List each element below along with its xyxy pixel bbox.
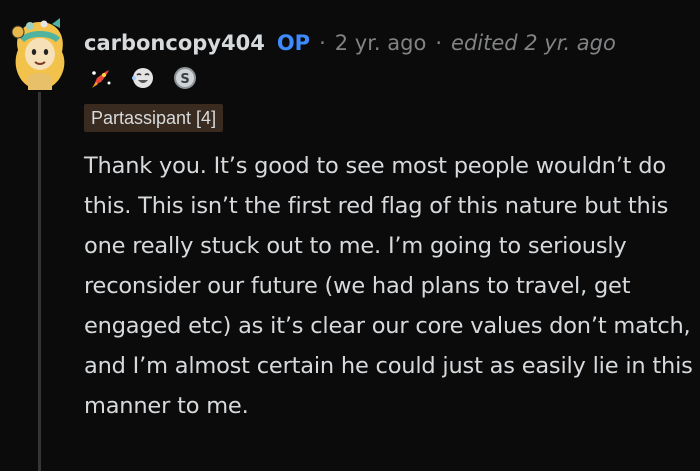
meta-separator: ·	[435, 31, 443, 55]
username-link[interactable]: carboncopy404	[84, 31, 265, 55]
user-avatar-icon[interactable]	[8, 14, 72, 90]
comment-body: Thank you. It’s good to see most people …	[84, 153, 693, 419]
meta-separator: ·	[319, 31, 326, 55]
comment: carboncopy404 OP · 2 yr. ago · edited 2 …	[0, 0, 700, 471]
silver-award-icon[interactable]: S	[172, 65, 198, 91]
laughing-face-award-icon[interactable]	[130, 65, 156, 91]
thread-line[interactable]	[38, 92, 41, 471]
svg-text:S: S	[180, 72, 189, 87]
comment-timestamp[interactable]: 2 yr. ago	[335, 31, 427, 55]
edited-timestamp: edited 2 yr. ago	[451, 31, 616, 55]
op-badge: OP	[276, 31, 311, 55]
comment-meta: carboncopy404 OP · 2 yr. ago · edited 2 …	[84, 26, 616, 60]
rocket-like-award-icon[interactable]	[88, 65, 114, 91]
awards-row: S	[88, 64, 198, 92]
user-flair: Partassipant [4]	[84, 104, 224, 132]
